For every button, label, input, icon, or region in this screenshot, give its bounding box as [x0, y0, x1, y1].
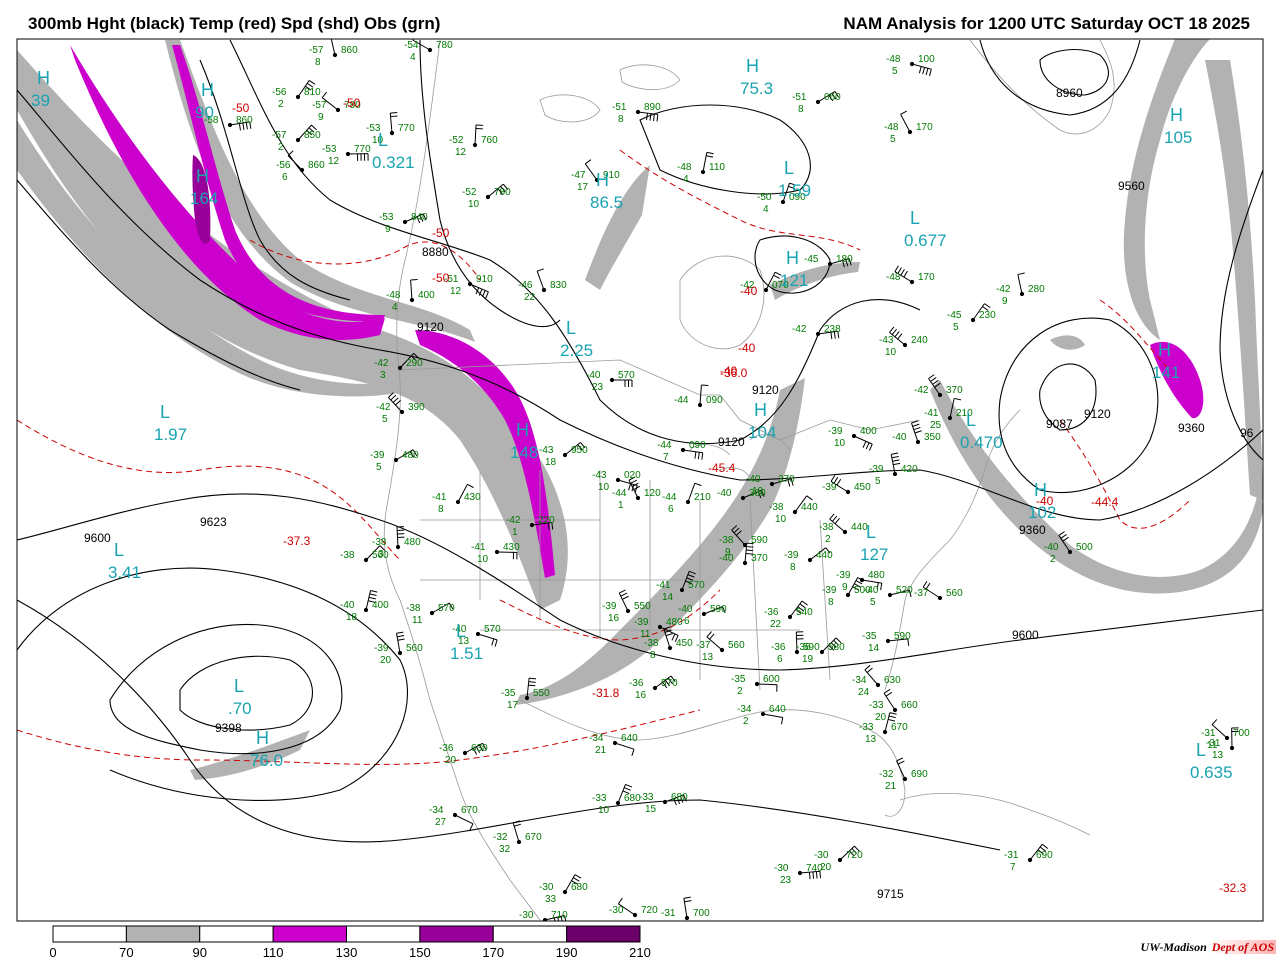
colorbar-label: 130 [336, 945, 358, 960]
credit-line: UW-Madison Dept of AOS [1141, 940, 1276, 955]
colorbar-cell [52, 925, 127, 943]
colorbar-cell [125, 925, 201, 943]
speed-colorbar: 0 70 90 110 130 150 170 190 210 [49, 925, 651, 960]
credit-dept: Dept of AOS [1209, 940, 1276, 954]
colorbar-cell [419, 925, 494, 943]
colorbar-cell [346, 925, 421, 943]
colorbar-label: 170 [482, 945, 504, 960]
colorbar-cell [272, 925, 347, 943]
colorbar-label: 150 [409, 945, 431, 960]
colorbar-label: 0 [49, 945, 56, 960]
colorbar-label: 210 [629, 945, 651, 960]
colorbar-cell [492, 925, 568, 943]
colorbar-cells [52, 925, 641, 943]
colorbar-label: 110 [263, 945, 284, 960]
colorbar-label: 70 [119, 945, 133, 960]
colorbar-label: 90 [193, 945, 207, 960]
colorbar-label: 190 [556, 945, 578, 960]
colorbar-cell [566, 925, 641, 943]
colorbar-cell [199, 925, 274, 943]
colorbar-labels: 0 70 90 110 130 150 170 190 210 [49, 945, 650, 960]
credit-org: UW-Madison [1140, 940, 1207, 954]
